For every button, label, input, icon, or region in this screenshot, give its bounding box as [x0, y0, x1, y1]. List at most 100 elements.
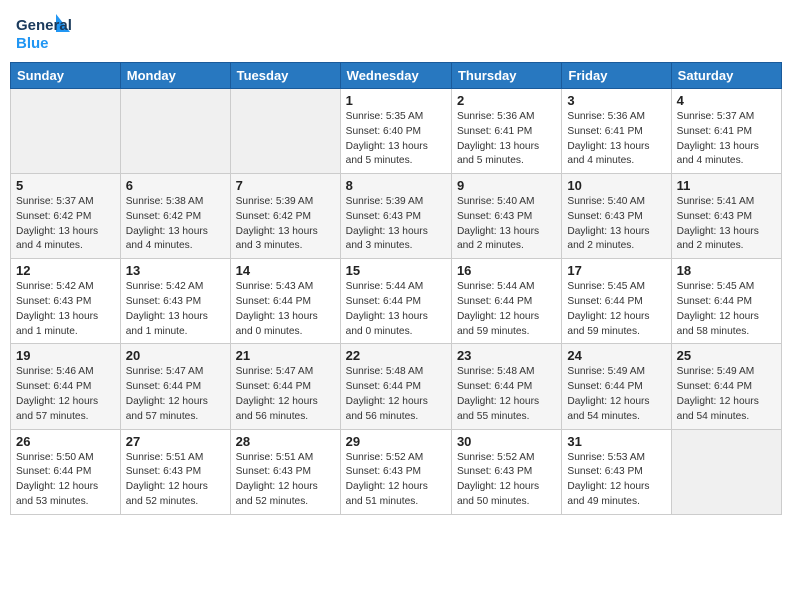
calendar-cell: [11, 89, 121, 174]
day-number: 29: [346, 434, 446, 449]
day-info: Sunrise: 5:51 AM Sunset: 6:43 PM Dayligh…: [236, 451, 335, 510]
day-number: 7: [236, 178, 335, 193]
calendar-cell: 25 Sunrise: 5:49 AM Sunset: 6:44 PM Dayli…: [671, 344, 781, 429]
day-number: 31: [567, 434, 665, 449]
day-info: Sunrise: 5:48 AM Sunset: 6:44 PM Dayligh…: [457, 365, 556, 424]
calendar-cell: 28 Sunrise: 5:51 AM Sunset: 6:43 PM Dayli…: [230, 429, 340, 514]
day-info: Sunrise: 5:40 AM Sunset: 6:43 PM Dayligh…: [567, 195, 665, 254]
col-header-thursday: Thursday: [451, 63, 561, 89]
calendar-cell: 23 Sunrise: 5:48 AM Sunset: 6:44 PM Dayli…: [451, 344, 561, 429]
calendar-cell: 29 Sunrise: 5:52 AM Sunset: 6:43 PM Dayli…: [340, 429, 451, 514]
calendar-cell: 26 Sunrise: 5:50 AM Sunset: 6:44 PM Dayli…: [11, 429, 121, 514]
calendar-cell: 31 Sunrise: 5:53 AM Sunset: 6:43 PM Dayli…: [562, 429, 671, 514]
day-number: 13: [126, 263, 225, 278]
logo-icon: GeneralBlue: [14, 10, 74, 54]
col-header-friday: Friday: [562, 63, 671, 89]
day-info: Sunrise: 5:45 AM Sunset: 6:44 PM Dayligh…: [677, 280, 776, 339]
day-info: Sunrise: 5:43 AM Sunset: 6:44 PM Dayligh…: [236, 280, 335, 339]
day-info: Sunrise: 5:48 AM Sunset: 6:44 PM Dayligh…: [346, 365, 446, 424]
calendar-cell: [230, 89, 340, 174]
day-number: 1: [346, 93, 446, 108]
day-number: 24: [567, 348, 665, 363]
calendar-cell: 9Sunrise: 5:40 AM Sunset: 6:43 PM Daylig…: [451, 174, 561, 259]
calendar-cell: 14 Sunrise: 5:43 AM Sunset: 6:44 PM Dayli…: [230, 259, 340, 344]
col-header-tuesday: Tuesday: [230, 63, 340, 89]
day-number: 21: [236, 348, 335, 363]
day-number: 16: [457, 263, 556, 278]
day-info: Sunrise: 5:39 AM Sunset: 6:43 PM Dayligh…: [346, 195, 446, 254]
col-header-wednesday: Wednesday: [340, 63, 451, 89]
calendar-cell: 22 Sunrise: 5:48 AM Sunset: 6:44 PM Dayli…: [340, 344, 451, 429]
day-number: 8: [346, 178, 446, 193]
calendar-cell: 18 Sunrise: 5:45 AM Sunset: 6:44 PM Dayli…: [671, 259, 781, 344]
day-info: Sunrise: 5:42 AM Sunset: 6:43 PM Dayligh…: [16, 280, 115, 339]
calendar-cell: 13Sunrise: 5:42 AM Sunset: 6:43 PM Dayli…: [120, 259, 230, 344]
svg-text:Blue: Blue: [16, 35, 49, 52]
logo: GeneralBlue: [14, 10, 74, 54]
day-number: 22: [346, 348, 446, 363]
day-info: Sunrise: 5:36 AM Sunset: 6:41 PM Dayligh…: [567, 110, 665, 169]
calendar-cell: 6 Sunrise: 5:38 AM Sunset: 6:42 PM Daylig…: [120, 174, 230, 259]
day-number: 6: [126, 178, 225, 193]
calendar-week-2: 5Sunrise: 5:37 AM Sunset: 6:42 PM Daylig…: [11, 174, 782, 259]
day-info: Sunrise: 5:46 AM Sunset: 6:44 PM Dayligh…: [16, 365, 115, 424]
day-info: Sunrise: 5:44 AM Sunset: 6:44 PM Dayligh…: [346, 280, 446, 339]
day-number: 2: [457, 93, 556, 108]
calendar-cell: [120, 89, 230, 174]
day-info: Sunrise: 5:53 AM Sunset: 6:43 PM Dayligh…: [567, 451, 665, 510]
calendar-cell: 11Sunrise: 5:41 AM Sunset: 6:43 PM Dayli…: [671, 174, 781, 259]
calendar-table: SundayMondayTuesdayWednesdayThursdayFrid…: [10, 62, 782, 515]
day-info: Sunrise: 5:47 AM Sunset: 6:44 PM Dayligh…: [126, 365, 225, 424]
day-number: 15: [346, 263, 446, 278]
day-info: Sunrise: 5:35 AM Sunset: 6:40 PM Dayligh…: [346, 110, 446, 169]
day-number: 25: [677, 348, 776, 363]
calendar-week-3: 12 Sunrise: 5:42 AM Sunset: 6:43 PM Dayli…: [11, 259, 782, 344]
calendar-cell: 30 Sunrise: 5:52 AM Sunset: 6:43 PM Dayli…: [451, 429, 561, 514]
day-info: Sunrise: 5:40 AM Sunset: 6:43 PM Dayligh…: [457, 195, 556, 254]
calendar-cell: 12 Sunrise: 5:42 AM Sunset: 6:43 PM Dayli…: [11, 259, 121, 344]
day-number: 20: [126, 348, 225, 363]
day-number: 17: [567, 263, 665, 278]
svg-text:General: General: [16, 17, 72, 34]
calendar-cell: 20 Sunrise: 5:47 AM Sunset: 6:44 PM Dayli…: [120, 344, 230, 429]
day-number: 19: [16, 348, 115, 363]
calendar-cell: [671, 429, 781, 514]
calendar-cell: 2Sunrise: 5:36 AM Sunset: 6:41 PM Daylig…: [451, 89, 561, 174]
day-info: Sunrise: 5:37 AM Sunset: 6:42 PM Dayligh…: [16, 195, 115, 254]
day-info: Sunrise: 5:52 AM Sunset: 6:43 PM Dayligh…: [346, 451, 446, 510]
day-number: 12: [16, 263, 115, 278]
day-number: 4: [677, 93, 776, 108]
calendar-cell: 24Sunrise: 5:49 AM Sunset: 6:44 PM Dayli…: [562, 344, 671, 429]
day-number: 18: [677, 263, 776, 278]
day-number: 28: [236, 434, 335, 449]
calendar-cell: 8 Sunrise: 5:39 AM Sunset: 6:43 PM Daylig…: [340, 174, 451, 259]
day-number: 27: [126, 434, 225, 449]
day-number: 23: [457, 348, 556, 363]
calendar-cell: 21Sunrise: 5:47 AM Sunset: 6:44 PM Dayli…: [230, 344, 340, 429]
day-info: Sunrise: 5:41 AM Sunset: 6:43 PM Dayligh…: [677, 195, 776, 254]
day-info: Sunrise: 5:52 AM Sunset: 6:43 PM Dayligh…: [457, 451, 556, 510]
calendar-week-5: 26 Sunrise: 5:50 AM Sunset: 6:44 PM Dayli…: [11, 429, 782, 514]
day-number: 30: [457, 434, 556, 449]
col-header-sunday: Sunday: [11, 63, 121, 89]
day-number: 10: [567, 178, 665, 193]
calendar-cell: 7Sunrise: 5:39 AM Sunset: 6:42 PM Daylig…: [230, 174, 340, 259]
col-header-monday: Monday: [120, 63, 230, 89]
calendar-cell: 19 Sunrise: 5:46 AM Sunset: 6:44 PM Dayli…: [11, 344, 121, 429]
day-info: Sunrise: 5:50 AM Sunset: 6:44 PM Dayligh…: [16, 451, 115, 510]
page-header: GeneralBlue: [10, 10, 782, 54]
day-info: Sunrise: 5:51 AM Sunset: 6:43 PM Dayligh…: [126, 451, 225, 510]
calendar-header-row: SundayMondayTuesdayWednesdayThursdayFrid…: [11, 63, 782, 89]
calendar-week-4: 19 Sunrise: 5:46 AM Sunset: 6:44 PM Dayli…: [11, 344, 782, 429]
col-header-saturday: Saturday: [671, 63, 781, 89]
day-info: Sunrise: 5:38 AM Sunset: 6:42 PM Dayligh…: [126, 195, 225, 254]
calendar-cell: 17Sunrise: 5:45 AM Sunset: 6:44 PM Dayli…: [562, 259, 671, 344]
day-info: Sunrise: 5:49 AM Sunset: 6:44 PM Dayligh…: [677, 365, 776, 424]
calendar-cell: 27 Sunrise: 5:51 AM Sunset: 6:43 PM Dayli…: [120, 429, 230, 514]
day-number: 3: [567, 93, 665, 108]
calendar-cell: 1 Sunrise: 5:35 AM Sunset: 6:40 PM Daylig…: [340, 89, 451, 174]
calendar-week-1: 1 Sunrise: 5:35 AM Sunset: 6:40 PM Daylig…: [11, 89, 782, 174]
day-number: 14: [236, 263, 335, 278]
day-number: 26: [16, 434, 115, 449]
day-info: Sunrise: 5:44 AM Sunset: 6:44 PM Dayligh…: [457, 280, 556, 339]
